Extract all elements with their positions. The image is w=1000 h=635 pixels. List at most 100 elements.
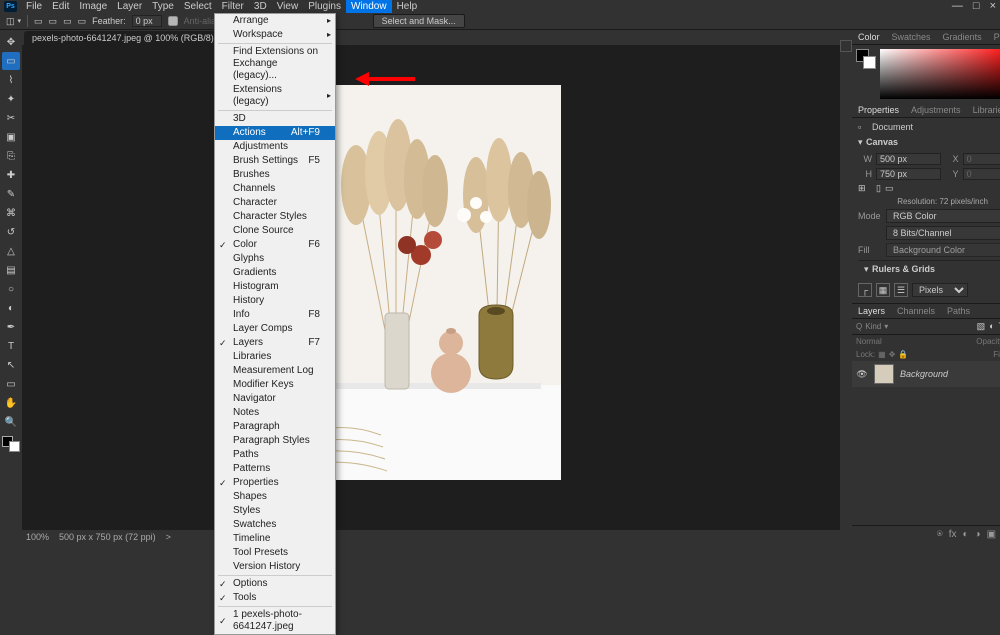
heal-tool[interactable]: ✚ xyxy=(2,166,20,184)
ruler-icon[interactable]: ┌ xyxy=(858,283,872,297)
menu-item-extensions-legacy-[interactable]: Extensions (legacy) xyxy=(215,83,335,109)
menu-item-properties[interactable]: ✓Properties xyxy=(215,476,335,490)
shape-tool[interactable]: ▭ xyxy=(2,375,20,393)
blur-tool[interactable]: ○ xyxy=(2,280,20,298)
menu-item-brush-settings[interactable]: Brush SettingsF5 xyxy=(215,154,335,168)
menu-item-brushes[interactable]: Brushes xyxy=(215,168,335,182)
layer-mask-icon[interactable]: ◐ xyxy=(962,529,968,540)
menu-item-glyphs[interactable]: Glyphs xyxy=(215,252,335,266)
visibility-eye-icon[interactable]: 👁 xyxy=(856,369,868,380)
menu-item-channels[interactable]: Channels xyxy=(215,182,335,196)
menu-layer[interactable]: Layer xyxy=(112,0,147,13)
menu-file[interactable]: File xyxy=(21,0,47,13)
menu-edit[interactable]: Edit xyxy=(47,0,74,13)
lock-pixels-icon[interactable]: ▦ xyxy=(878,350,886,359)
selection-new-icon[interactable]: ▭ xyxy=(34,16,43,27)
tab-channels[interactable]: Channels xyxy=(891,304,941,318)
ruler-units-select[interactable]: Pixels xyxy=(912,283,968,297)
menu-item-version-history[interactable]: Version History xyxy=(215,560,335,574)
menu-item-actions[interactable]: ActionsAlt+F9 xyxy=(215,126,335,140)
color-foreground-background[interactable] xyxy=(856,49,876,69)
frame-tool[interactable]: ▣ xyxy=(2,128,20,146)
move-tool[interactable]: ✥ xyxy=(2,33,20,51)
eraser-tool[interactable]: △ xyxy=(2,242,20,260)
eyedrop-tool[interactable]: ⎘ xyxy=(2,147,20,165)
tab-paths[interactable]: Paths xyxy=(941,304,976,318)
orientation-portrait-icon[interactable]: ▯ xyxy=(876,183,881,194)
blend-mode-select[interactable]: Normal xyxy=(856,337,973,346)
grid-icon[interactable]: ▦ xyxy=(876,283,890,297)
menu-item-workspace[interactable]: Workspace xyxy=(215,28,335,42)
feather-input[interactable]: 0 px xyxy=(132,15,162,27)
stamp-tool[interactable]: ⌘ xyxy=(2,204,20,222)
bit-depth-select[interactable]: 8 Bits/Channel xyxy=(886,226,1000,240)
menu-item-libraries[interactable]: Libraries xyxy=(215,350,335,364)
menu-3d[interactable]: 3D xyxy=(249,0,272,13)
menu-plugins[interactable]: Plugins xyxy=(303,0,346,13)
dodge-tool[interactable]: ◐ xyxy=(2,299,20,317)
document-tab[interactable]: pexels-photo-6641247.jpeg @ 100% (RGB/8)… xyxy=(24,31,234,45)
selection-add-icon[interactable]: ▭ xyxy=(49,16,58,27)
path-tool[interactable]: ↖ xyxy=(2,356,20,374)
tab-adjustments[interactable]: Adjustments xyxy=(905,103,967,117)
hand-tool[interactable]: ✋ xyxy=(2,394,20,412)
guides-icon[interactable]: ☰ xyxy=(894,283,908,297)
zoom-level[interactable]: 100% xyxy=(26,532,49,542)
menu-item-info[interactable]: InfoF8 xyxy=(215,308,335,322)
menu-item-tools[interactable]: ✓Tools xyxy=(215,591,335,605)
document-canvas[interactable] xyxy=(301,85,561,480)
lock-position-icon[interactable]: ✥ xyxy=(889,350,896,359)
orientation-landscape-icon[interactable]: ▭ xyxy=(885,183,894,194)
gradient-tool[interactable]: ▤ xyxy=(2,261,20,279)
menu-item-styles[interactable]: Styles xyxy=(215,504,335,518)
menu-select[interactable]: Select xyxy=(179,0,217,13)
lock-all-icon[interactable]: 🔒 xyxy=(898,350,908,359)
height-input[interactable]: 750 px xyxy=(876,168,941,180)
maximize-button[interactable]: □ xyxy=(973,0,980,12)
menu-item-character[interactable]: Character xyxy=(215,196,335,210)
status-arrow-icon[interactable]: > xyxy=(166,532,171,542)
menu-item-paragraph[interactable]: Paragraph xyxy=(215,420,335,434)
brush-tool[interactable]: ✎ xyxy=(2,185,20,203)
menu-view[interactable]: View xyxy=(272,0,304,13)
zoom-tool[interactable]: 🔍 xyxy=(2,413,20,431)
menu-item-shapes[interactable]: Shapes xyxy=(215,490,335,504)
tab-layers[interactable]: Layers xyxy=(852,304,891,318)
menu-item-character-styles[interactable]: Character Styles xyxy=(215,210,335,224)
menu-image[interactable]: Image xyxy=(74,0,112,13)
menu-item-clone-source[interactable]: Clone Source xyxy=(215,224,335,238)
menu-window[interactable]: Window xyxy=(346,0,392,13)
tab-libraries[interactable]: Libraries xyxy=(967,103,1000,117)
menu-filter[interactable]: Filter xyxy=(217,0,249,13)
menu-item-layers[interactable]: ✓LayersF7 xyxy=(215,336,335,350)
tab-patterns[interactable]: Patterns xyxy=(988,30,1000,44)
menu-item-measurement-log[interactable]: Measurement Log xyxy=(215,364,335,378)
tab-swatches[interactable]: Swatches xyxy=(886,30,937,44)
type-tool[interactable]: T xyxy=(2,337,20,355)
menu-item-timeline[interactable]: Timeline xyxy=(215,532,335,546)
menu-item-gradients[interactable]: Gradients xyxy=(215,266,335,280)
wand-tool[interactable]: ✦ xyxy=(2,90,20,108)
menu-item-options[interactable]: ✓Options xyxy=(215,577,335,591)
menu-item-patterns[interactable]: Patterns xyxy=(215,462,335,476)
menu-item-navigator[interactable]: Navigator xyxy=(215,392,335,406)
menu-item-notes[interactable]: Notes xyxy=(215,406,335,420)
collapsed-panel-icon[interactable] xyxy=(840,40,852,52)
lasso-tool[interactable]: ⌇ xyxy=(2,71,20,89)
color-swatch[interactable] xyxy=(2,436,20,452)
crop-tool[interactable]: ✂ xyxy=(2,109,20,127)
menu-item-adjustments[interactable]: Adjustments xyxy=(215,140,335,154)
menu-item-1-pexels-photo-6641247-jpeg[interactable]: ✓1 pexels-photo-6641247.jpeg xyxy=(215,608,335,634)
filter-adj-icon[interactable]: ◐ xyxy=(989,321,994,332)
menu-item-color[interactable]: ✓ColorF6 xyxy=(215,238,335,252)
marquee-tool[interactable]: ▭ xyxy=(2,52,20,70)
menu-item-histogram[interactable]: Histogram xyxy=(215,280,335,294)
tab-gradients[interactable]: Gradients xyxy=(937,30,988,44)
menu-help[interactable]: Help xyxy=(392,0,423,13)
filter-pixel-icon[interactable]: ▧ xyxy=(977,321,986,332)
menu-item-tool-presets[interactable]: Tool Presets xyxy=(215,546,335,560)
color-spectrum[interactable] xyxy=(880,49,1000,99)
menu-item-swatches[interactable]: Swatches xyxy=(215,518,335,532)
tool-preset-dropdown[interactable]: ◫ ▾ xyxy=(6,16,21,27)
menu-item-paths[interactable]: Paths xyxy=(215,448,335,462)
